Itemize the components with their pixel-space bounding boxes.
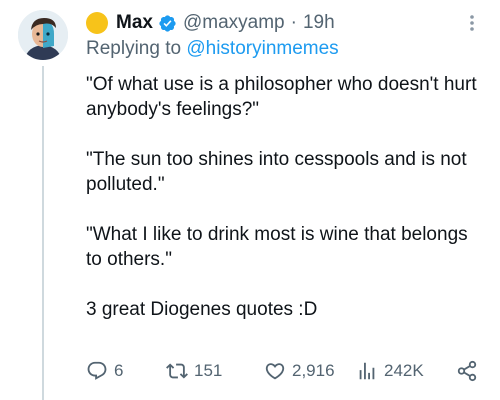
action-bar: 6 151 2,916 242K	[86, 360, 486, 386]
repost-count: 151	[194, 361, 223, 380]
tweet-timestamp[interactable]: 19h	[303, 12, 335, 34]
views-icon	[359, 362, 375, 380]
tweet-text: "Of what use is a philosopher who doesn'…	[86, 72, 486, 322]
tweet-paragraph: "The sun too shines into cesspools and i…	[86, 149, 467, 195]
heart-icon	[265, 363, 285, 380]
tweet-paragraph: "What I like to drink most is wine that …	[86, 224, 468, 270]
replying-to: Replying to @historyinmemes	[86, 38, 339, 60]
reply-button[interactable]: 6	[86, 360, 123, 382]
verified-badge-icon[interactable]	[158, 14, 177, 33]
header-separator: ·	[290, 12, 297, 33]
views-button[interactable]: 242K	[356, 360, 424, 382]
author-name[interactable]: Max	[116, 12, 153, 34]
like-count: 2,916	[292, 361, 335, 380]
repost-icon	[166, 363, 188, 379]
tweet-paragraph: "Of what use is a philosopher who doesn'…	[86, 74, 477, 120]
avatar-illustration-icon	[18, 10, 68, 60]
author-avatar[interactable]	[18, 10, 68, 60]
replying-to-link[interactable]: @historyinmemes	[186, 38, 338, 59]
share-button[interactable]	[456, 360, 484, 382]
repost-button[interactable]: 151	[166, 360, 222, 382]
author-handle[interactable]: @maxyamp	[183, 12, 285, 34]
tweet-header: Max @maxyamp · 19h	[86, 11, 335, 35]
like-button[interactable]: 2,916	[264, 360, 335, 382]
thread-line	[42, 66, 44, 400]
yellow-circle-emoji-icon	[86, 12, 108, 34]
reply-count: 6	[114, 361, 124, 380]
tweet-paragraph: 3 great Diogenes quotes :D	[86, 299, 318, 320]
share-icon	[457, 360, 477, 382]
more-options-icon[interactable]	[462, 13, 482, 33]
replying-to-label: Replying to	[86, 38, 187, 59]
reply-icon	[87, 361, 107, 380]
views-count: 242K	[384, 361, 424, 380]
